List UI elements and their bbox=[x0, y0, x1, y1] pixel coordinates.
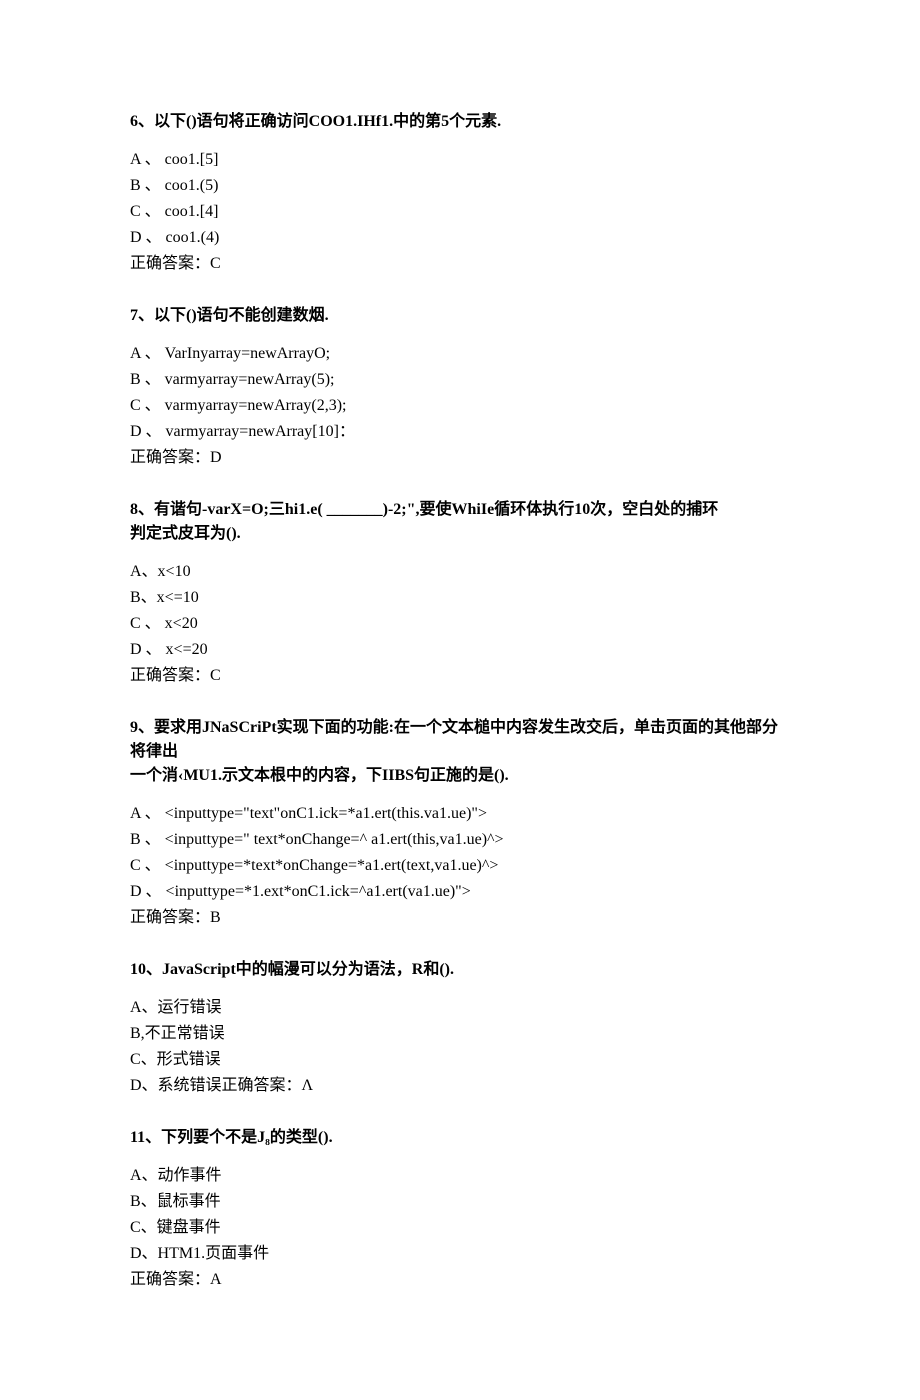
question-7-option-b: B 、 varmyarray=newArray(5); bbox=[130, 368, 790, 392]
question-7-option-a: A 、 VarInyarray=newArrayO; bbox=[130, 342, 790, 366]
question-9-answer: 正确答案：B bbox=[130, 906, 790, 930]
question-9: 9、要求用JNaSCriPt实现下面的功能:在一个文本槌中内容发生改交后，单击页… bbox=[130, 716, 790, 930]
question-6-stem: 6、以下()语句将正确访问COO1.IHf1.中的第5个元素. bbox=[130, 110, 790, 134]
question-7-answer: 正确答案：D bbox=[130, 446, 790, 470]
document-page: 6、以下()语句将正确访问COO1.IHf1.中的第5个元素. A 、 coo1… bbox=[0, 0, 920, 1400]
question-10-option-d: D、系统错误正确答案：Λ bbox=[130, 1074, 790, 1098]
question-7: 7、以下()语句不能创建数烟. A 、 VarInyarray=newArray… bbox=[130, 304, 790, 470]
question-8: 8、有谐句-varX=O;三hi1.e( _______)-2;",要使WhiI… bbox=[130, 498, 790, 688]
question-6: 6、以下()语句将正确访问COO1.IHf1.中的第5个元素. A 、 coo1… bbox=[130, 110, 790, 276]
question-10-option-a: A、运行错误 bbox=[130, 996, 790, 1020]
question-6-option-c: C 、 coo1.[4] bbox=[130, 200, 790, 224]
question-8-answer: 正确答案：C bbox=[130, 664, 790, 688]
question-10-stem: 10、JavaScript中的幅漫可以分为语法，R和(). bbox=[130, 958, 790, 982]
question-8-option-d: D 、 x<=20 bbox=[130, 638, 790, 662]
question-9-option-d: D 、 <inputtype=*1.ext*onC1.ick=^a1.ert(v… bbox=[130, 880, 790, 904]
question-8-option-c: C 、 x<20 bbox=[130, 612, 790, 636]
question-6-answer: 正确答案：C bbox=[130, 252, 790, 276]
question-10-option-c: C、形式错误 bbox=[130, 1048, 790, 1072]
question-6-option-a: A 、 coo1.[5] bbox=[130, 148, 790, 172]
question-10-option-b: B,不正常错误 bbox=[130, 1022, 790, 1046]
question-8-stem-line1: 8、有谐句-varX=O;三hi1.e( _______)-2;",要使WhiI… bbox=[130, 498, 790, 522]
question-9-option-c: C 、 <inputtype=*text*onChange=*a1.ert(te… bbox=[130, 854, 790, 878]
question-11-answer: 正确答案：A bbox=[130, 1268, 790, 1292]
question-6-option-d: D 、 coo1.(4) bbox=[130, 226, 790, 250]
question-11: 11、下列要个不是J₈的类型(). A、动作事件 B、鼠标事件 C、键盘事件 D… bbox=[130, 1126, 790, 1292]
question-9-stem-line2: 一个消‹MU1.示文本根中的内容，下IIBS句正施的是(). bbox=[130, 764, 790, 788]
question-11-option-a: A、动作事件 bbox=[130, 1164, 790, 1188]
question-8-stem-line2: 判定式皮耳为(). bbox=[130, 522, 790, 546]
question-6-option-b: B 、 coo1.(5) bbox=[130, 174, 790, 198]
question-7-option-d: D 、 varmyarray=newArray[10]： bbox=[130, 420, 790, 444]
question-11-option-b: B、鼠标事件 bbox=[130, 1190, 790, 1214]
question-10: 10、JavaScript中的幅漫可以分为语法，R和(). A、运行错误 B,不… bbox=[130, 958, 790, 1098]
question-11-stem: 11、下列要个不是J₈的类型(). bbox=[130, 1126, 790, 1150]
question-7-option-c: C 、 varmyarray=newArray(2,3); bbox=[130, 394, 790, 418]
question-9-stem-line1: 9、要求用JNaSCriPt实现下面的功能:在一个文本槌中内容发生改交后，单击页… bbox=[130, 716, 790, 764]
question-9-option-b: B 、 <inputtype=" text*onChange=^ a1.ert(… bbox=[130, 828, 790, 852]
question-11-option-c: C、键盘事件 bbox=[130, 1216, 790, 1240]
question-11-option-d: D、HTM1.页面事件 bbox=[130, 1242, 790, 1266]
question-9-option-a: A 、 <inputtype="text"onC1.ick=*a1.ert(th… bbox=[130, 802, 790, 826]
question-8-option-a: A、x<10 bbox=[130, 560, 790, 584]
question-7-stem: 7、以下()语句不能创建数烟. bbox=[130, 304, 790, 328]
question-8-option-b: B、x<=10 bbox=[130, 586, 790, 610]
